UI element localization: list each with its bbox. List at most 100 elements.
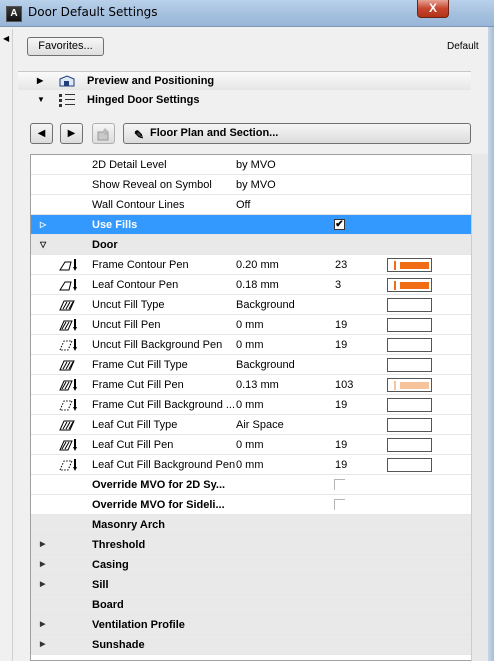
pen-number[interactable]: 3 (335, 279, 341, 291)
fill-pen-icon (59, 379, 77, 391)
table-row[interactable]: ▽ Door (31, 235, 471, 255)
expand-triangle-icon[interactable]: ▶ (40, 540, 45, 548)
expand-triangle-icon[interactable]: ▶ (40, 640, 45, 648)
expand-triangle-icon[interactable]: ▶ (40, 620, 45, 628)
table-row[interactable]: ▶ Sunshade (31, 635, 471, 655)
next-page-button[interactable]: ▶ (60, 123, 83, 144)
param-value[interactable]: 0 mm (236, 399, 264, 411)
section-label: Hinged Door Settings (87, 94, 200, 106)
table-scrollbar[interactable] (471, 154, 488, 661)
table-row[interactable]: Frame Contour Pen 0.20 mm 23 (31, 255, 471, 275)
param-value[interactable]: by MVO (236, 159, 276, 171)
table-row[interactable]: ▷ Use Fills ✔ (31, 215, 471, 235)
table-row[interactable]: 2D Detail Level by MVO (31, 155, 471, 175)
section-label: Preview and Positioning (87, 75, 215, 87)
param-name: Frame Cut Fill Type (92, 359, 188, 371)
pen-number[interactable]: 19 (335, 439, 347, 451)
param-value[interactable]: 0.20 mm (236, 259, 279, 271)
table-row[interactable]: Uncut Fill Type Background (31, 295, 471, 315)
hinged-door-icon (59, 94, 75, 107)
param-value[interactable]: 0 mm (236, 339, 264, 351)
param-name: Threshold (92, 539, 146, 551)
param-name: Override MVO for Sideli... (92, 499, 225, 511)
table-row[interactable]: Leaf Cut Fill Pen 0 mm 19 (31, 435, 471, 455)
table-row[interactable]: Leaf Cut Fill Type Air Space (31, 415, 471, 435)
param-value[interactable]: 0 mm (236, 459, 264, 471)
page-selector-button[interactable]: ✎ Floor Plan and Section... (123, 123, 471, 144)
pen-number[interactable]: 19 (335, 339, 347, 351)
pen-color-swatch[interactable] (387, 458, 432, 472)
param-value[interactable]: by MVO (236, 179, 276, 191)
override-checkbox[interactable] (334, 479, 345, 490)
table-row[interactable]: Masonry Arch (31, 515, 471, 535)
close-button[interactable]: X (417, 0, 449, 18)
param-name: Sunshade (92, 639, 145, 651)
page-up-button[interactable] (92, 123, 115, 144)
expand-triangle-icon[interactable]: ▶ (40, 560, 45, 568)
param-name: Uncut Fill Type (92, 299, 165, 311)
pen-color-swatch[interactable] (387, 398, 432, 412)
table-row[interactable]: ▶ Threshold (31, 535, 471, 555)
table-row[interactable]: Leaf Cut Fill Background Pen 0 mm 19 (31, 455, 471, 475)
table-row[interactable]: ▶ Ventilation Profile (31, 615, 471, 635)
table-row[interactable]: Frame Cut Fill Type Background (31, 355, 471, 375)
page-selector-label: Floor Plan and Section... (150, 127, 279, 139)
pen-color-swatch[interactable] (387, 318, 432, 332)
param-name: Uncut Fill Background Pen (92, 339, 223, 351)
collapse-panel-handle[interactable]: ◀ (0, 29, 13, 661)
override-checkbox[interactable] (334, 499, 345, 510)
pen-color-swatch[interactable] (387, 278, 432, 292)
table-row[interactable]: Override MVO for 2D Sy... (31, 475, 471, 495)
param-name: Wall Contour Lines (92, 199, 185, 211)
param-name: Ventilation Profile (92, 619, 185, 631)
table-row[interactable]: Frame Cut Fill Pen 0.13 mm 103 (31, 375, 471, 395)
param-name: Leaf Cut Fill Pen (92, 439, 174, 451)
settings-table: 2D Detail Level by MVO Show Reveal on Symb… (30, 154, 471, 661)
pen-number[interactable]: 19 (335, 399, 347, 411)
pen-mark (394, 281, 396, 290)
triangle-right-icon: ▶ (37, 76, 44, 85)
pen-color-swatch[interactable] (387, 358, 432, 372)
table-row[interactable]: Board (31, 595, 471, 615)
param-value[interactable]: 0 mm (236, 319, 264, 331)
pen-number[interactable]: 19 (335, 319, 347, 331)
param-value[interactable]: 0.13 mm (236, 379, 279, 391)
table-row[interactable]: Wall Contour Lines Off (31, 195, 471, 215)
table-row[interactable]: Uncut Fill Pen 0 mm 19 (31, 315, 471, 335)
table-row[interactable]: Show Reveal on Symbol by MVO (31, 175, 471, 195)
expand-triangle-icon[interactable]: ▶ (40, 580, 45, 588)
window-scrollbar[interactable] (488, 27, 494, 661)
param-value[interactable]: 0 mm (236, 439, 264, 451)
pen-number[interactable]: 103 (335, 379, 353, 391)
expand-triangle-icon[interactable]: ▷ (40, 220, 46, 229)
section-hinged-door-settings[interactable]: ▼ Hinged Door Settings (18, 91, 471, 110)
use-fills-checkbox[interactable]: ✔ (334, 219, 345, 230)
param-value[interactable]: Background (236, 299, 295, 311)
pen-color-swatch[interactable] (387, 418, 432, 432)
previous-page-button[interactable]: ◀ (30, 123, 53, 144)
pen-color-swatch[interactable] (387, 438, 432, 452)
pen-color-swatch[interactable] (387, 258, 432, 272)
pen-color-swatch[interactable] (387, 298, 432, 312)
favorites-button[interactable]: Favorites... (27, 37, 104, 56)
param-name: Leaf Contour Pen (92, 279, 179, 291)
table-row[interactable]: ▶ Sill (31, 575, 471, 595)
param-value[interactable]: Background (236, 359, 295, 371)
table-row[interactable]: Override MVO for Sideli... (31, 495, 471, 515)
table-row[interactable]: Frame Cut Fill Background ... 0 mm 19 (31, 395, 471, 415)
param-value[interactable]: Air Space (236, 419, 284, 431)
pen-color-swatch[interactable] (387, 378, 432, 392)
param-name: Frame Cut Fill Pen (92, 379, 184, 391)
pen-color-swatch[interactable] (387, 338, 432, 352)
collapse-triangle-icon[interactable]: ▽ (40, 240, 46, 249)
fill-pen-icon (59, 319, 77, 331)
table-row[interactable]: Uncut Fill Background Pen 0 mm 19 (31, 335, 471, 355)
table-row[interactable]: ▶ Casing (31, 555, 471, 575)
param-value[interactable]: Off (236, 199, 250, 211)
pen-fill (400, 262, 429, 269)
param-value[interactable]: 0.18 mm (236, 279, 279, 291)
pen-number[interactable]: 19 (335, 459, 347, 471)
table-row[interactable]: Leaf Contour Pen 0.18 mm 3 (31, 275, 471, 295)
section-preview-positioning[interactable]: ▶ Preview and Positioning (18, 71, 471, 90)
pen-number[interactable]: 23 (335, 259, 347, 271)
